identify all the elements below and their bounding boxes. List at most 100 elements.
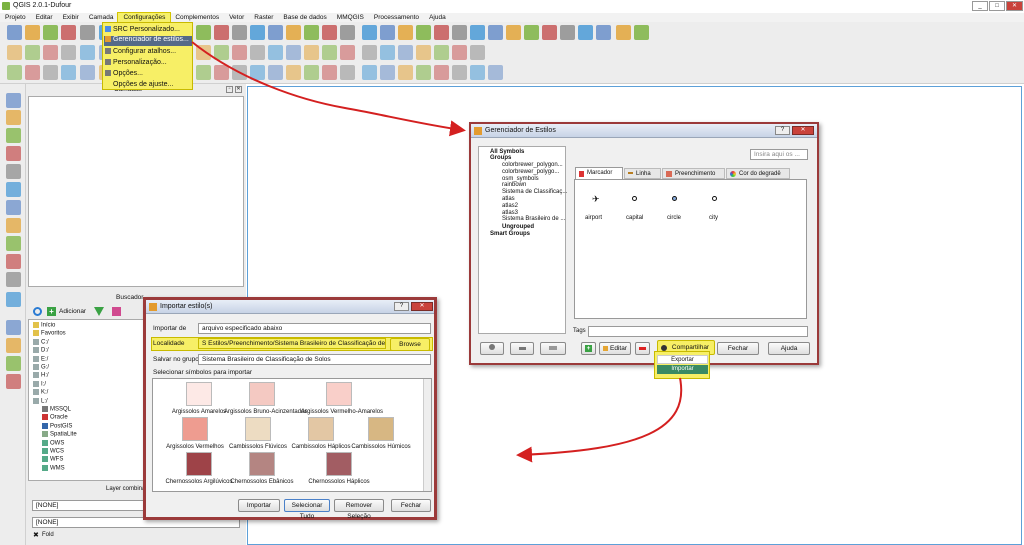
filter-icon[interactable] [94, 307, 104, 316]
remove-selection-button[interactable]: Remover Seleção [334, 499, 384, 520]
close-import-button[interactable]: Fechar [391, 499, 431, 512]
layer-tool-icon[interactable] [6, 164, 21, 179]
tree-remove-button[interactable] [510, 342, 534, 355]
layer-tool-icon[interactable] [6, 146, 21, 161]
layer-tool-icon[interactable] [6, 93, 21, 108]
toolbar-tool-icon[interactable] [340, 25, 355, 40]
browser-item[interactable]: WCS [42, 448, 64, 456]
layer-tool-icon[interactable] [6, 200, 21, 215]
toolbar-tool-icon[interactable] [80, 45, 95, 60]
browser-item[interactable]: WMS [42, 464, 65, 473]
import-help-button[interactable]: ? [394, 302, 409, 311]
add-button-label[interactable]: Adicionar [59, 308, 86, 315]
browser-item[interactable]: Oracle [42, 414, 68, 422]
minimize-button[interactable]: _ [972, 1, 988, 11]
browser-item[interactable]: C:/ [33, 338, 49, 347]
tab-marcador[interactable]: Marcador [575, 167, 623, 179]
toolbar-tool-icon[interactable] [214, 45, 229, 60]
menu-editar[interactable]: Editar [31, 13, 58, 22]
layer-tool-icon[interactable] [6, 272, 21, 287]
toolbar-tool-icon[interactable] [232, 45, 247, 60]
toolbar-tool-icon[interactable] [434, 65, 449, 80]
toolbar-tool-icon[interactable] [80, 65, 95, 80]
menu-raster[interactable]: Raster [249, 13, 278, 22]
menu-item-style-manager[interactable]: Gerenciador de estilos... [104, 36, 192, 46]
menu-item-src[interactable]: SRC Personalizado... [105, 26, 191, 35]
browser-item[interactable]: SpatiaLite [42, 431, 77, 439]
symbol-airport[interactable]: airport [585, 215, 602, 221]
browser-item[interactable]: MSSQL [42, 406, 71, 414]
toolbar-tool-icon[interactable] [43, 25, 58, 40]
import-symbol-swatch[interactable] [326, 452, 352, 476]
toolbar-tool-icon[interactable] [398, 45, 413, 60]
toolbar-tool-icon[interactable] [7, 65, 22, 80]
toolbar-tool-icon[interactable] [488, 25, 503, 40]
toolbar-tool-icon[interactable] [416, 65, 431, 80]
import-symbol-swatch[interactable] [186, 452, 212, 476]
import-symbol-swatch[interactable] [326, 382, 352, 406]
localidade-input[interactable]: S Estilos/Preenchimento/Sistema Brasilei… [198, 338, 386, 349]
toolbar-tool-icon[interactable] [452, 45, 467, 60]
toolbar-tool-icon[interactable] [578, 25, 593, 40]
symbol-city[interactable]: city [709, 215, 718, 221]
toolbar-tool-icon[interactable] [542, 25, 557, 40]
toolbar-tool-icon[interactable] [596, 25, 611, 40]
menu-mmqgis[interactable]: MMQGIS [332, 13, 369, 22]
symbol-view[interactable] [574, 179, 807, 319]
toolbar-tool-icon[interactable] [25, 45, 40, 60]
browser-item[interactable]: I:/ [33, 380, 46, 389]
toolbar-tool-icon[interactable] [616, 25, 631, 40]
toolbar-tool-icon[interactable] [470, 25, 485, 40]
add-symbol-button[interactable]: + [581, 342, 596, 355]
browser-item[interactable]: PostGIS [42, 422, 72, 431]
toolbar-tool-icon[interactable] [286, 45, 301, 60]
layer-tool-icon[interactable] [6, 128, 21, 143]
layers-list[interactable] [28, 96, 244, 287]
menu-base-de-dados[interactable]: Base de dados [278, 13, 331, 22]
toolbar-tool-icon[interactable] [25, 65, 40, 80]
menu-configuracoes[interactable]: Configurações [117, 12, 172, 23]
toolbar-tool-icon[interactable] [214, 25, 229, 40]
menu-camada[interactable]: Camada [84, 13, 119, 22]
browser-item[interactable]: K:/ [33, 389, 48, 397]
toolbar-tool-icon[interactable] [452, 25, 467, 40]
menu-item-shortcuts[interactable]: Configurar atalhos... [105, 48, 191, 57]
tree-group-item[interactable]: Sistema Brasileiro de ... [502, 216, 565, 223]
toolbar-tool-icon[interactable] [80, 25, 95, 40]
toolbar-tool-icon[interactable] [250, 25, 265, 40]
tree-groups[interactable]: Groups [490, 155, 511, 162]
toolbar-tool-icon[interactable] [268, 25, 283, 40]
maximize-button[interactable]: □ [989, 1, 1005, 11]
add-icon[interactable]: + [47, 307, 56, 316]
layer-tool-icon[interactable] [6, 218, 21, 233]
import-close-button[interactable]: ✕ [411, 302, 433, 311]
toolbar-tool-icon[interactable] [196, 45, 211, 60]
browser-item[interactable]: H:/ [33, 372, 49, 380]
tab-preenchimento[interactable]: Preenchimento [662, 168, 725, 179]
select-all-button[interactable]: Selecionar Tudo [284, 499, 330, 520]
menu-exibir[interactable]: Exibir [58, 13, 84, 22]
toolbar-tool-icon[interactable] [196, 25, 211, 40]
layer-tool-icon[interactable] [6, 356, 21, 371]
toolbar-tool-icon[interactable] [340, 45, 355, 60]
tree-smart-groups[interactable]: Smart Groups [490, 231, 530, 238]
toolbar-tool-icon[interactable] [232, 25, 247, 40]
toolbar-tool-icon[interactable] [304, 25, 319, 40]
layer-tool-icon[interactable] [6, 182, 21, 197]
import-symbol-swatch[interactable] [308, 417, 334, 441]
style-manager-help-button[interactable]: ? [775, 126, 790, 135]
tags-input[interactable] [588, 326, 808, 337]
toolbar-tool-icon[interactable] [61, 65, 76, 80]
menu-item-snapping[interactable]: Opções de ajuste... [105, 81, 191, 90]
import-list-scrollbar[interactable] [423, 379, 431, 491]
browser-item[interactable]: L:/ [33, 397, 48, 406]
toolbar-tool-icon[interactable] [322, 25, 337, 40]
toolbar-tool-icon[interactable] [398, 25, 413, 40]
close-style-manager-button[interactable]: Fechar [717, 342, 759, 355]
layer-tool-icon[interactable] [6, 338, 21, 353]
browser-item[interactable]: G:/ [33, 364, 49, 372]
toolbar-tool-icon[interactable] [452, 65, 467, 80]
toolbar-tool-icon[interactable] [488, 65, 503, 80]
import-symbol-swatch[interactable] [186, 382, 212, 406]
toolbar-tool-icon[interactable] [7, 25, 22, 40]
